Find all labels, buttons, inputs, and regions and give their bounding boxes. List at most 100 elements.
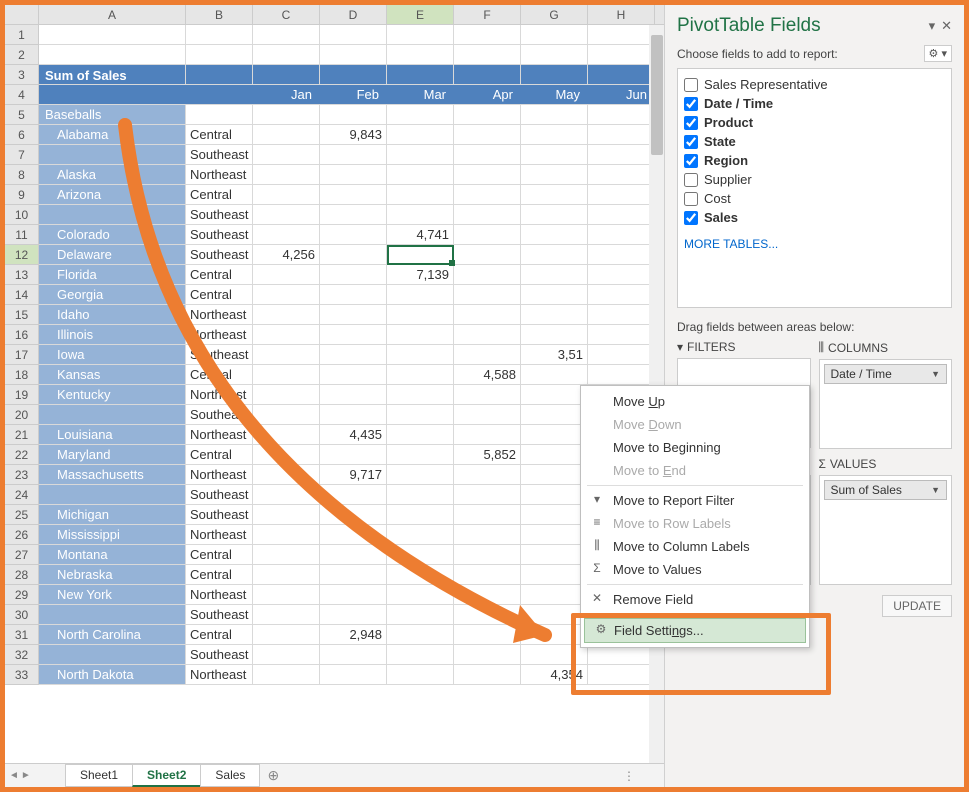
value-cell[interactable] bbox=[320, 505, 387, 525]
value-cell[interactable] bbox=[387, 385, 454, 405]
menu-item-move-to-beginning[interactable]: Move to Beginning bbox=[581, 436, 809, 459]
area-values-box[interactable]: Sum of Sales▼ bbox=[819, 475, 953, 585]
value-cell[interactable] bbox=[387, 105, 454, 125]
row-header-23[interactable]: 23 bbox=[5, 465, 39, 485]
value-cell[interactable] bbox=[454, 405, 521, 425]
region-cell[interactable]: Northeast bbox=[186, 525, 253, 545]
col-header-E[interactable]: E bbox=[387, 5, 454, 24]
value-cell[interactable] bbox=[253, 505, 320, 525]
value-cell[interactable] bbox=[320, 365, 387, 385]
row-header-28[interactable]: 28 bbox=[5, 565, 39, 585]
value-cell[interactable] bbox=[588, 645, 655, 665]
value-cell[interactable] bbox=[588, 125, 655, 145]
region-cell[interactable]: Northeast bbox=[186, 325, 253, 345]
value-cell[interactable] bbox=[521, 225, 588, 245]
value-cell[interactable] bbox=[521, 245, 588, 265]
field-product[interactable]: Product bbox=[684, 113, 945, 132]
value-cell[interactable] bbox=[521, 325, 588, 345]
row-label[interactable] bbox=[39, 145, 186, 165]
value-cell[interactable] bbox=[521, 305, 588, 325]
value-cell[interactable] bbox=[387, 125, 454, 145]
value-cell[interactable] bbox=[253, 625, 320, 645]
col-header-F[interactable]: F bbox=[454, 5, 521, 24]
pill-sum-of-sales[interactable]: Sum of Sales▼ bbox=[824, 480, 948, 500]
value-cell[interactable] bbox=[387, 345, 454, 365]
row-label[interactable]: North Carolina bbox=[39, 625, 186, 645]
value-cell[interactable] bbox=[454, 565, 521, 585]
region-cell[interactable]: Southeast bbox=[186, 225, 253, 245]
region-cell[interactable]: Southeast bbox=[186, 245, 253, 265]
row-header-27[interactable]: 27 bbox=[5, 545, 39, 565]
value-cell[interactable] bbox=[454, 165, 521, 185]
value-cell[interactable]: 4,256 bbox=[253, 245, 320, 265]
value-cell[interactable]: 4,741 bbox=[387, 225, 454, 245]
value-cell[interactable] bbox=[521, 625, 588, 645]
value-cell[interactable] bbox=[454, 605, 521, 625]
row-label[interactable]: Alaska bbox=[39, 165, 186, 185]
value-cell[interactable] bbox=[521, 565, 588, 585]
menu-item-move-to-column-labels[interactable]: ⫼Move to Column Labels bbox=[581, 535, 809, 558]
value-cell[interactable] bbox=[521, 125, 588, 145]
row-label[interactable]: Michigan bbox=[39, 505, 186, 525]
menu-item-remove-field[interactable]: ✕Remove Field bbox=[581, 588, 809, 611]
row-label[interactable]: North Dakota bbox=[39, 665, 186, 685]
sheet-tab-sheet2[interactable]: Sheet2 bbox=[132, 764, 201, 787]
value-cell[interactable] bbox=[253, 225, 320, 245]
row-header-32[interactable]: 32 bbox=[5, 645, 39, 665]
value-cell[interactable] bbox=[320, 445, 387, 465]
value-cell[interactable] bbox=[588, 165, 655, 185]
region-cell[interactable]: Central bbox=[186, 625, 253, 645]
value-cell[interactable] bbox=[454, 185, 521, 205]
row-header-2[interactable]: 2 bbox=[5, 45, 39, 65]
value-cell[interactable] bbox=[521, 385, 588, 405]
region-cell[interactable]: Southeast bbox=[186, 485, 253, 505]
row-label[interactable]: Mississippi bbox=[39, 525, 186, 545]
region-cell[interactable]: Northeast bbox=[186, 385, 253, 405]
row-header-12[interactable]: 12 bbox=[5, 245, 39, 265]
value-cell[interactable] bbox=[320, 145, 387, 165]
value-cell[interactable] bbox=[387, 585, 454, 605]
cells-area[interactable]: Sum of Sales Jan Feb Mar Apr May Jun Bas… bbox=[39, 25, 665, 685]
value-cell[interactable] bbox=[588, 665, 655, 685]
value-cell[interactable] bbox=[253, 205, 320, 225]
value-cell[interactable] bbox=[521, 365, 588, 385]
region-cell[interactable]: Southeast bbox=[186, 645, 253, 665]
menu-item-move-to-report-filter[interactable]: ▾Move to Report Filter bbox=[581, 489, 809, 512]
value-cell[interactable] bbox=[521, 545, 588, 565]
row-header-26[interactable]: 26 bbox=[5, 525, 39, 545]
area-columns-box[interactable]: Date / Time▼ bbox=[819, 359, 953, 449]
menu-item-move-up[interactable]: Move Up bbox=[581, 390, 809, 413]
row-header-18[interactable]: 18 bbox=[5, 365, 39, 385]
row-header-6[interactable]: 6 bbox=[5, 125, 39, 145]
value-cell[interactable] bbox=[588, 365, 655, 385]
region-cell[interactable]: Northeast bbox=[186, 165, 253, 185]
value-cell[interactable] bbox=[253, 525, 320, 545]
value-cell[interactable] bbox=[454, 425, 521, 445]
value-cell[interactable] bbox=[521, 645, 588, 665]
value-cell[interactable] bbox=[253, 285, 320, 305]
row-header-10[interactable]: 10 bbox=[5, 205, 39, 225]
value-cell[interactable] bbox=[454, 285, 521, 305]
value-cell[interactable] bbox=[253, 465, 320, 485]
region-cell[interactable]: Southeast bbox=[186, 505, 253, 525]
value-cell[interactable] bbox=[253, 125, 320, 145]
value-cell[interactable] bbox=[320, 485, 387, 505]
region-cell[interactable]: Central bbox=[186, 365, 253, 385]
value-cell[interactable] bbox=[253, 165, 320, 185]
row-header-20[interactable]: 20 bbox=[5, 405, 39, 425]
region-cell[interactable]: Central bbox=[186, 265, 253, 285]
value-cell[interactable] bbox=[320, 525, 387, 545]
value-cell[interactable] bbox=[253, 405, 320, 425]
row-header-1[interactable]: 1 bbox=[5, 25, 39, 45]
row-header-8[interactable]: 8 bbox=[5, 165, 39, 185]
row-label[interactable]: Idaho bbox=[39, 305, 186, 325]
row-label[interactable]: Louisiana bbox=[39, 425, 186, 445]
value-cell[interactable]: 9,843 bbox=[320, 125, 387, 145]
value-cell[interactable] bbox=[253, 605, 320, 625]
region-cell[interactable]: Southeast bbox=[186, 145, 253, 165]
more-tables-link[interactable]: MORE TABLES... bbox=[684, 237, 945, 251]
value-cell[interactable] bbox=[253, 305, 320, 325]
value-cell[interactable] bbox=[521, 465, 588, 485]
value-cell[interactable] bbox=[320, 665, 387, 685]
row-label[interactable]: Montana bbox=[39, 545, 186, 565]
